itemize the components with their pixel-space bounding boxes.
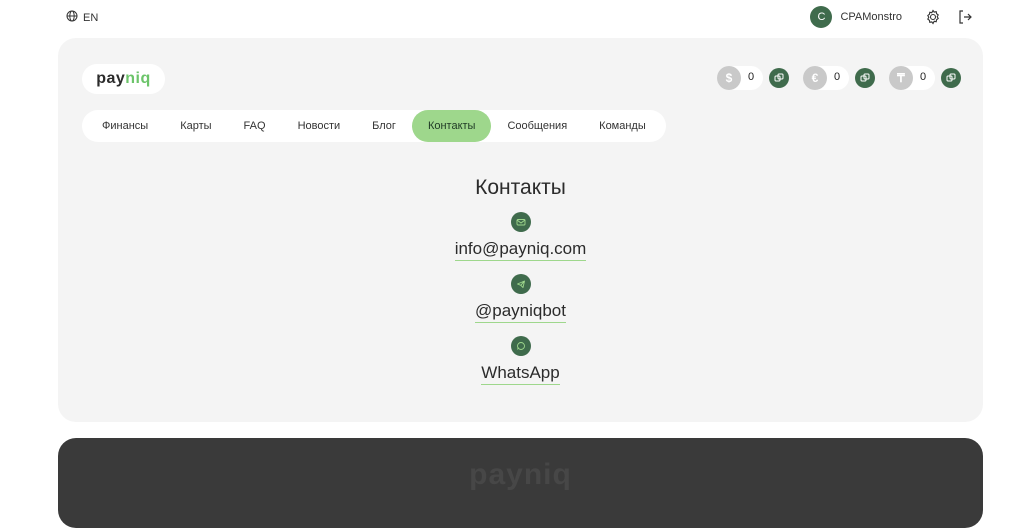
avatar[interactable]: C xyxy=(810,6,833,28)
logo[interactable]: pay niq xyxy=(82,64,165,94)
language-label: EN xyxy=(83,11,99,24)
user-area: C CPAMonstro xyxy=(810,6,974,28)
footer: payniq xyxy=(58,438,983,528)
contacts-section: Контакты info@payniq.com @payniqbot What… xyxy=(58,176,983,398)
euro-icon: € xyxy=(803,66,827,90)
balances: $ 0 € 0 ₸ 0 xyxy=(717,66,961,90)
email-link[interactable]: info@payniq.com xyxy=(454,239,587,261)
whatsapp-link[interactable]: WhatsApp xyxy=(481,363,560,385)
copy-icon[interactable] xyxy=(855,68,875,88)
balance-value: 0 xyxy=(748,71,755,83)
copy-icon[interactable] xyxy=(769,68,789,88)
main-card: pay niq $ 0 € 0 ₸ 0 Финансы Карты FAQ Но… xyxy=(58,38,983,422)
copy-icon[interactable] xyxy=(941,68,961,88)
nav-item-messages[interactable]: Сообщения xyxy=(491,110,583,142)
page-title: Контакты xyxy=(475,176,566,199)
nav-item-finance[interactable]: Финансы xyxy=(86,110,164,142)
whatsapp-icon xyxy=(510,336,531,356)
logout-icon[interactable] xyxy=(956,8,974,26)
dollar-icon: $ xyxy=(717,66,741,90)
telegram-icon xyxy=(510,274,531,294)
nav-item-news[interactable]: Новости xyxy=(282,110,357,142)
logo-part-pay: pay xyxy=(96,70,126,87)
footer-logo: payniq xyxy=(469,458,572,491)
nav-item-faq[interactable]: FAQ xyxy=(228,110,282,142)
settings-gear-icon[interactable] xyxy=(924,8,942,26)
main-nav: Финансы Карты FAQ Новости Блог Контакты … xyxy=(82,110,666,142)
balance-kzt: ₸ 0 xyxy=(889,66,961,90)
nav-item-contacts[interactable]: Контакты xyxy=(411,110,492,142)
language-switcher[interactable]: EN xyxy=(66,10,98,25)
top-bar: EN C CPAMonstro xyxy=(0,0,1024,34)
telegram-link[interactable]: @payniqbot xyxy=(475,301,566,323)
balance-value: 0 xyxy=(920,71,927,83)
username[interactable]: CPAMonstro xyxy=(840,11,902,23)
mail-icon xyxy=(510,212,531,232)
balance-eur: € 0 xyxy=(803,66,875,90)
nav-item-teams[interactable]: Команды xyxy=(583,110,662,142)
balance-value: 0 xyxy=(834,71,841,83)
globe-icon xyxy=(66,10,78,25)
nav-item-cards[interactable]: Карты xyxy=(164,110,227,142)
balance-usd: $ 0 xyxy=(717,66,789,90)
logo-part-niq: niq xyxy=(125,70,151,87)
nav-item-blog[interactable]: Блог xyxy=(356,110,412,142)
tenge-icon: ₸ xyxy=(889,66,913,90)
